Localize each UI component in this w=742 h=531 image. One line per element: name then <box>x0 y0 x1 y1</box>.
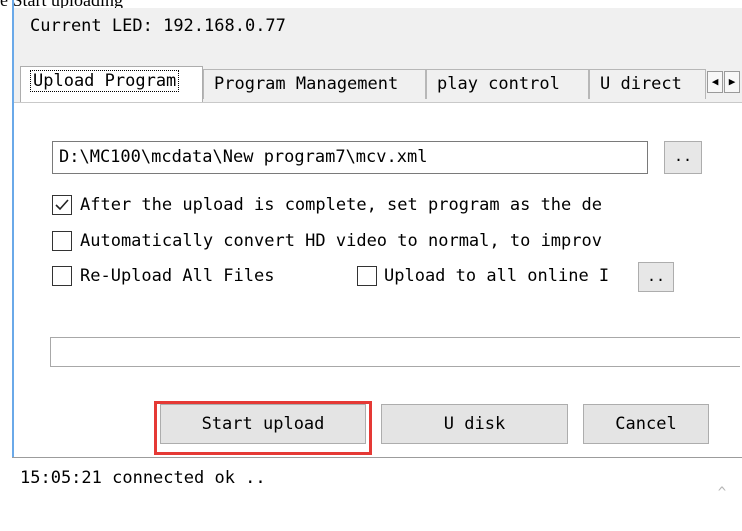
cancel-button[interactable]: Cancel <box>583 404 709 444</box>
tab-label: U direct <box>600 74 682 94</box>
scroll-up-icon[interactable]: ^ <box>712 485 732 505</box>
convert-hd-checkbox[interactable] <box>52 231 72 251</box>
check-icon <box>55 199 69 211</box>
current-led-label: Current LED: 192.168.0.77 <box>30 16 286 36</box>
set-default-label: After the upload is complete, set progra… <box>80 195 602 215</box>
file-path-input[interactable]: D:\MC100\mcdata\New program7\mcv.xml <box>52 141 648 174</box>
tab-label: play control <box>437 74 560 94</box>
tab-scroll-left-button[interactable]: ◀ <box>707 71 723 93</box>
set-default-checkbox[interactable] <box>52 195 72 215</box>
upload-all-online-label: Upload to all online I <box>384 266 610 286</box>
chevron-right-icon: ▶ <box>728 75 736 88</box>
u-disk-button[interactable]: U disk <box>381 404 568 444</box>
convert-hd-label: Automatically convert HD video to normal… <box>80 231 602 251</box>
current-led-caption: Current LED: <box>30 16 153 36</box>
upload-all-online-checkbox[interactable] <box>357 266 377 286</box>
tab-label: Upload Program <box>29 70 180 92</box>
start-upload-highlight <box>154 401 372 455</box>
tab-scroll-right-button[interactable]: ▶ <box>724 71 740 93</box>
log-line: 15:05:21 connected ok .. <box>20 468 266 488</box>
tab-label: Program Management <box>214 74 399 94</box>
online-more-button[interactable]: .. <box>638 262 674 292</box>
chevron-left-icon: ◀ <box>711 75 719 88</box>
reupload-all-label: Re-Upload All Files <box>80 266 275 286</box>
reupload-all-checkbox[interactable] <box>52 266 72 286</box>
browse-button[interactable]: .. <box>664 141 702 174</box>
tab-upload-program[interactable]: Upload Program <box>20 66 203 102</box>
current-led-ip: 192.168.0.77 <box>163 16 286 36</box>
tab-program-management[interactable]: Program Management <box>203 69 426 99</box>
tab-play-control[interactable]: play control <box>426 69 589 99</box>
upload-progress-bar <box>50 337 740 367</box>
tab-u-direct[interactable]: U direct <box>589 69 706 99</box>
